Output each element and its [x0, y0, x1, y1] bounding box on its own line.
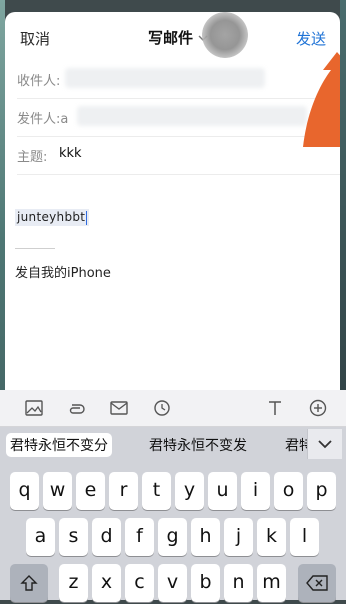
candidate-expand-button[interactable]	[307, 429, 342, 459]
key-y[interactable]: y	[175, 472, 204, 510]
keyboard-area: 君特永恒不变分 君特永恒不变发 君特 q w e r t y u i o p a…	[0, 390, 346, 602]
key-j[interactable]: j	[224, 518, 253, 556]
format-toolbar	[0, 390, 346, 427]
page-title: 写邮件	[148, 29, 194, 47]
image-icon[interactable]	[24, 399, 44, 417]
subject-field[interactable]: 主题: kkk	[17, 136, 340, 175]
shift-key[interactable]	[10, 564, 48, 602]
key-m[interactable]: m	[257, 564, 286, 602]
key-e[interactable]: e	[76, 472, 105, 510]
key-s[interactable]: s	[59, 518, 88, 556]
key-h[interactable]: h	[191, 518, 220, 556]
key-x[interactable]: x	[92, 564, 121, 602]
candidate-bar: 君特永恒不变分 君特永恒不变发 君特	[0, 427, 346, 463]
to-value-blurred	[65, 68, 265, 88]
compose-sheet: 取消 写邮件 发送 收件人: 发件人:a 主题: kkk junteyhbbt …	[5, 12, 340, 390]
body-text: junteyhbbt	[17, 210, 86, 224]
add-icon[interactable]	[308, 399, 328, 417]
key-i[interactable]: i	[241, 472, 270, 510]
key-w[interactable]: w	[43, 472, 72, 510]
signature-divider	[15, 248, 55, 249]
arrow-annotation-icon	[303, 52, 340, 147]
candidate-item[interactable]: 君特永恒不变分	[6, 433, 112, 457]
key-n[interactable]: n	[224, 564, 253, 602]
touch-indicator	[202, 12, 248, 58]
delete-key[interactable]	[298, 564, 336, 602]
key-d[interactable]: d	[92, 518, 121, 556]
key-z[interactable]: z	[59, 564, 88, 602]
from-field[interactable]: 发件人:a	[17, 98, 340, 137]
subject-label: 主题:	[17, 150, 48, 165]
key-b[interactable]: b	[191, 564, 220, 602]
key-r[interactable]: r	[109, 472, 138, 510]
key-c[interactable]: c	[125, 564, 154, 602]
key-g[interactable]: g	[158, 518, 187, 556]
cancel-button[interactable]: 取消	[20, 28, 50, 49]
to-label: 收件人:	[17, 74, 61, 89]
signature: 发自我的iPhone	[15, 266, 111, 281]
shift-icon	[20, 575, 38, 591]
text-cursor	[86, 210, 88, 225]
mail-icon[interactable]	[109, 399, 129, 417]
background-edge-right	[340, 0, 346, 390]
nav-bar: 取消 写邮件 发送	[5, 12, 340, 60]
key-v[interactable]: v	[158, 564, 187, 602]
key-p[interactable]: p	[307, 472, 336, 510]
backspace-icon	[306, 575, 328, 591]
key-t[interactable]: t	[142, 472, 171, 510]
key-q[interactable]: q	[10, 472, 39, 510]
to-field[interactable]: 收件人:	[17, 60, 340, 99]
candidate-item[interactable]: 君特永恒不变发	[149, 435, 247, 455]
attachment-icon[interactable]	[66, 399, 86, 417]
chevron-down-icon	[318, 440, 332, 449]
subject-value: kkk	[59, 146, 82, 161]
from-label: 发件人:a	[17, 112, 69, 127]
key-o[interactable]: o	[274, 472, 303, 510]
compose-title[interactable]: 写邮件	[148, 27, 208, 48]
clock-icon[interactable]	[152, 399, 172, 417]
from-value-blurred	[77, 106, 307, 126]
key-a[interactable]: a	[26, 518, 55, 556]
text-format-icon[interactable]	[265, 399, 285, 417]
send-button[interactable]: 发送	[296, 28, 326, 49]
body-input[interactable]: junteyhbbt	[15, 209, 90, 226]
key-k[interactable]: k	[257, 518, 286, 556]
key-u[interactable]: u	[208, 472, 237, 510]
key-l[interactable]: l	[290, 518, 319, 556]
key-f[interactable]: f	[125, 518, 154, 556]
